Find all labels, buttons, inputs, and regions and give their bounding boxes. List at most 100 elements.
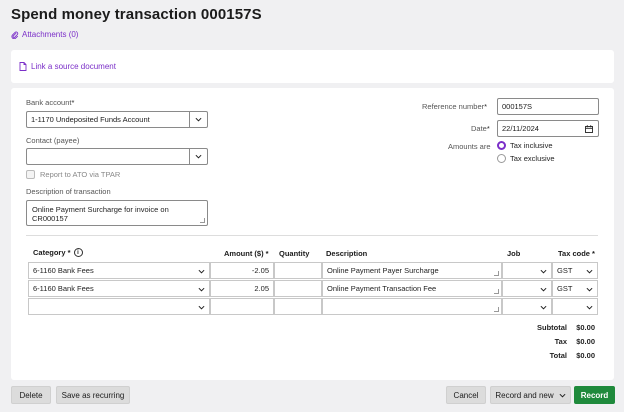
resize-handle-icon[interactable] — [494, 289, 499, 294]
chevron-down-icon[interactable] — [189, 112, 207, 127]
required-mark: * — [484, 102, 488, 111]
category-select[interactable]: 6-1160 Bank Fees — [28, 262, 210, 279]
info-icon[interactable]: i — [73, 248, 83, 257]
tax-inclusive-radio[interactable] — [497, 141, 506, 150]
quantity-input[interactable] — [274, 262, 322, 279]
tax-code-select[interactable] — [552, 298, 598, 315]
tax-exclusive-radio[interactable] — [497, 154, 506, 163]
document-icon — [19, 62, 27, 71]
resize-handle-icon[interactable] — [494, 307, 499, 312]
chevron-down-icon[interactable] — [540, 268, 547, 277]
description-textarea[interactable]: Online Payment Surcharge for invoice on … — [26, 200, 208, 226]
quantity-header: Quantity — [279, 249, 310, 258]
tax-exclusive-label: Tax exclusive — [510, 154, 555, 163]
total-label: Total — [549, 351, 567, 360]
chevron-down-icon — [559, 393, 566, 398]
amount-value: 2.05 — [254, 284, 269, 293]
link-source-document[interactable]: Link a source document — [19, 62, 116, 71]
chevron-down-icon[interactable] — [586, 268, 593, 277]
bank-account-value: 1-1170 Undeposited Funds Account — [31, 115, 150, 124]
amount-input[interactable]: -2.05 — [210, 262, 274, 279]
reference-label: Reference number* — [422, 102, 487, 111]
category-value: 6-1160 Bank Fees — [33, 284, 94, 293]
tax-inclusive-option[interactable]: Tax inclusive — [497, 141, 553, 150]
record-and-new-label: Record and new — [495, 390, 554, 400]
date-label-text: Date — [471, 124, 487, 133]
job-select[interactable] — [502, 280, 552, 297]
bank-account-select[interactable]: 1-1170 Undeposited Funds Account — [26, 111, 208, 128]
chevron-down-icon[interactable] — [586, 304, 593, 313]
category-value: 6-1160 Bank Fees — [33, 266, 94, 275]
attachments-label: Attachments (0) — [22, 30, 79, 39]
tax-code-select[interactable]: GST — [552, 280, 598, 297]
reference-value: 000157S — [502, 102, 533, 111]
description-input[interactable]: Online Payment Payer Surcharge — [322, 262, 502, 279]
section-divider — [26, 235, 598, 236]
chevron-down-icon[interactable] — [540, 304, 547, 313]
description-header: Description — [326, 249, 368, 258]
report-tpar-label: Report to ATO via TPAR — [40, 170, 121, 179]
report-tpar-checkbox[interactable] — [26, 170, 35, 179]
category-select[interactable] — [28, 298, 210, 315]
paperclip-icon — [11, 31, 19, 39]
required-mark: * — [71, 98, 75, 107]
bank-account-label-text: Bank account — [26, 98, 72, 107]
calendar-icon[interactable] — [585, 125, 593, 133]
subtotal-label: Subtotal — [537, 323, 567, 332]
chevron-down-icon[interactable] — [198, 304, 205, 313]
subtotal-value: $0.00 — [576, 323, 595, 332]
amount-header: Amount ($) * — [224, 249, 269, 258]
record-button[interactable]: Record — [574, 386, 615, 404]
description-input[interactable] — [322, 298, 502, 315]
tax-code-header: Tax code * — [558, 249, 595, 258]
report-tpar-row: Report to ATO via TPAR — [26, 170, 120, 179]
amount-value: -2.05 — [251, 266, 269, 275]
job-header: Job — [507, 249, 521, 258]
job-select[interactable] — [502, 298, 552, 315]
resize-handle-icon[interactable] — [494, 271, 499, 276]
date-input[interactable]: 22/11/2024 — [497, 120, 599, 137]
description-input[interactable]: Online Payment Transaction Fee — [322, 280, 502, 297]
description-value: Online Payment Transaction Fee — [327, 284, 437, 293]
required-mark: * — [486, 124, 490, 133]
category-header-text: Category * — [33, 248, 71, 257]
category-select[interactable]: 6-1160 Bank Fees — [28, 280, 210, 297]
quantity-input[interactable] — [274, 298, 322, 315]
category-header: Category * i — [33, 248, 83, 257]
resize-handle-icon[interactable] — [200, 218, 205, 223]
description-value: Online Payment Payer Surcharge — [327, 266, 439, 275]
chevron-down-icon[interactable] — [586, 286, 593, 295]
tax-code-value: GST — [557, 284, 573, 293]
reference-label-text: Reference number — [422, 102, 485, 111]
cancel-button[interactable]: Cancel — [446, 386, 486, 404]
tax-exclusive-option[interactable]: Tax exclusive — [497, 154, 555, 163]
contact-label: Contact (payee) — [26, 136, 80, 145]
description-value: Online Payment Surcharge for invoice on … — [32, 205, 169, 223]
chevron-down-icon[interactable] — [198, 268, 205, 277]
chevron-down-icon[interactable] — [189, 149, 207, 164]
chevron-down-icon[interactable] — [198, 286, 205, 295]
source-document-card: Link a source document — [11, 50, 614, 83]
tax-inclusive-label: Tax inclusive — [510, 141, 553, 150]
amount-input[interactable]: 2.05 — [210, 280, 274, 297]
record-and-new-button[interactable]: Record and new — [490, 386, 571, 404]
save-as-recurring-button[interactable]: Save as recurring — [56, 386, 130, 404]
tax-value: $0.00 — [576, 337, 595, 346]
date-value: 22/11/2024 — [502, 124, 539, 133]
quantity-input[interactable] — [274, 280, 322, 297]
reference-input[interactable]: 000157S — [497, 98, 599, 115]
amount-input[interactable] — [210, 298, 274, 315]
contact-select[interactable] — [26, 148, 208, 165]
delete-button[interactable]: Delete — [11, 386, 51, 404]
date-label: Date* — [471, 124, 490, 133]
link-source-label: Link a source document — [31, 62, 116, 71]
tax-code-value: GST — [557, 266, 573, 275]
bank-account-label: Bank account* — [26, 98, 74, 107]
tax-code-select[interactable]: GST — [552, 262, 598, 279]
page-title: Spend money transaction 000157S — [11, 6, 262, 23]
chevron-down-icon[interactable] — [540, 286, 547, 295]
total-value: $0.00 — [576, 351, 595, 360]
job-select[interactable] — [502, 262, 552, 279]
description-label: Description of transaction — [26, 187, 111, 196]
attachments-link[interactable]: Attachments (0) — [11, 30, 78, 39]
